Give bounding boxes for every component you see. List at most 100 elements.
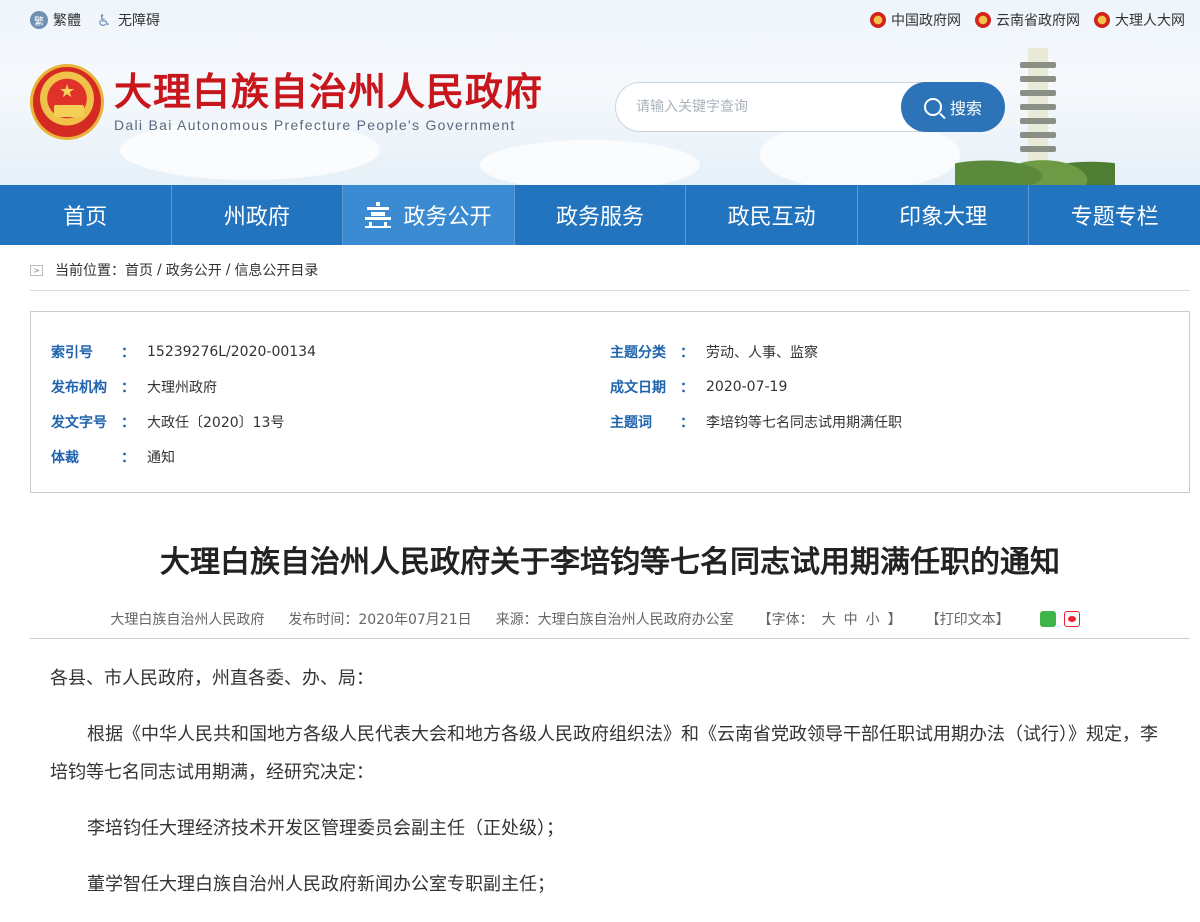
nav-item-label: 州政府 [223,205,290,230]
meta-colon: ： [121,450,135,466]
main-nav: 首页 州政府 政务公开 政务服务 政民互动 印象大理 专题专栏 [0,185,1200,245]
nav-item-label: 印象大理 [899,205,988,230]
meta-value: 15239276L/2020-00134 [147,344,316,360]
meta-value: 劳动、人事、监察 [706,345,818,361]
article-paragraph: 董学智任大理白族自治州人民政府新闻办公室专职副主任； [87,874,555,895]
site-name-en: Dali Bai Autonomous Prefecture People's … [114,117,516,133]
nav-item-label: 政务公开 [403,205,492,230]
breadcrumb-separator: / [157,262,162,278]
temple-icon [365,202,392,228]
search-button-label: 搜索 [949,99,982,118]
breadcrumb-info-catalog[interactable]: 信息公开目录 [234,260,318,280]
location-arrow-icon: > [30,264,43,276]
nav-item-label: 首页 [63,205,108,230]
meta-key: 主题分类 [610,345,666,361]
site-header: 繁 繁體 ♿ 无障碍 中国政府网 云南省政府网 大理人大网 ★ 大理白族自治州人… [0,0,1200,185]
breadcrumb-government-affairs[interactable]: 政务公开 [166,260,222,280]
meta-key: 索引号 [51,345,93,361]
search-icon [923,98,942,116]
meta-value: 李培钧等七名同志试用期满任职 [706,415,902,431]
header-cloud-decoration [480,140,700,185]
national-emblem-logo: ★ [30,64,104,140]
link-china-gov-label: 中国政府网 [891,13,961,29]
meta-key: 主题词 [610,415,652,431]
top-bar: 繁 繁體 ♿ 无障碍 中国政府网 云南省政府网 大理人大网 [0,0,1200,40]
meta-key: 发文字号 [51,415,107,431]
meta-colon: ： [121,345,135,361]
meta-keywords: 主题词 ： 李培钧等七名同志试用期满任职 [610,412,902,432]
traditional-chinese-icon: 繁 [30,11,48,29]
print-button[interactable]: 【打印文本】 [926,609,1010,629]
meta-colon: ： [680,345,694,361]
article-source: 来源：大理白族自治州人民政府办公室 [495,611,734,628]
article-paragraph: 各县、市人民政府，州直各委、办、局： [50,668,374,689]
breadcrumb: > 当前位置： 首页 / 政务公开 / 信息公开目录 [30,250,1190,291]
site-name-cn: 大理白族自治州人民政府 [114,70,544,114]
meta-doc-no: 发文字号 ： 大政任〔2020〕13号 [51,412,284,432]
meta-publisher: 发布机构 ： 大理州政府 [51,377,217,397]
meta-value: 大政任〔2020〕13号 [147,415,285,431]
meta-topic: 主题分类 ： 劳动、人事、监察 [610,342,818,362]
meta-colon: ： [680,380,694,396]
traditional-chinese-label: 繁體 [53,13,81,29]
search-box: 搜索 [615,82,1005,132]
link-dali-npc[interactable]: 大理人大网 [1094,10,1185,30]
meta-colon: ： [121,415,135,431]
font-size-large-button[interactable]: 大 [822,609,836,629]
font-size-label-close: 】 [887,611,902,628]
weibo-icon[interactable] [1063,610,1080,627]
breadcrumb-label: 当前位置： [55,263,125,279]
national-emblem-icon [1094,12,1110,28]
breadcrumb-home[interactable]: 首页 [125,260,153,280]
accessibility-label: 无障碍 [118,13,160,29]
nav-item-government-affairs[interactable]: 政务公开 [343,185,515,245]
search-button[interactable]: 搜索 [901,82,1005,132]
nav-item-label: 专题专栏 [1070,205,1159,230]
article-meta-bar: 大理白族自治州人民政府 发布时间：2020年07月21日 来源：大理白族自治州人… [30,599,1190,639]
meta-index-no: 索引号 ： 15239276L/2020-00134 [51,342,316,362]
meta-key: 体裁 [51,450,79,466]
nav-item-interaction[interactable]: 政民互动 [686,185,858,245]
site-logo[interactable]: ★ 大理白族自治州人民政府 Dali Bai Autonomous Prefec… [30,64,543,140]
article-publish-time: 发布时间：2020年07月21日 [288,611,472,628]
breadcrumb-separator: / [225,262,231,278]
star-icon: ★ [59,81,76,102]
nav-item-services[interactable]: 政务服务 [515,185,687,245]
meta-key: 成文日期 [610,380,666,396]
nav-item-special-topics[interactable]: 专题专栏 [1029,185,1200,245]
wheelchair-icon: ♿ [96,10,112,30]
meta-value: 大理州政府 [147,380,217,396]
font-size-small-button[interactable]: 小 [866,609,880,629]
share-buttons [1039,610,1080,627]
traditional-chinese-link[interactable]: 繁 繁體 [30,10,81,30]
nav-item-prefecture-government[interactable]: 州政府 [172,185,344,245]
link-china-gov[interactable]: 中国政府网 [870,10,961,30]
meta-colon: ： [121,380,135,396]
link-yunnan-gov-label: 云南省政府网 [996,13,1080,29]
meta-date: 成文日期 ： 2020-07-19 [610,377,787,397]
font-size-label: 【字体： [757,611,814,628]
font-size-medium-button[interactable]: 中 [844,609,858,629]
national-emblem-icon [975,12,991,28]
meta-key: 发布机构 [51,380,107,396]
accessibility-link[interactable]: ♿ 无障碍 [95,10,160,30]
wechat-icon[interactable] [1039,610,1056,627]
link-dali-npc-label: 大理人大网 [1115,13,1185,29]
meta-colon: ： [680,415,694,431]
article-author: 大理白族自治州人民政府 [110,611,265,628]
nav-item-home[interactable]: 首页 [0,185,172,245]
nav-item-impression-dali[interactable]: 印象大理 [858,185,1030,245]
meta-genre: 体裁 ： 通知 [51,447,175,467]
national-emblem-icon [870,12,886,28]
article-paragraph: 李培钧任大理经济技术开发区管理委员会副主任（正处级）； [87,818,564,839]
meta-value: 通知 [147,450,175,466]
article-paragraph: 根据《中华人民共和国地方各级人民代表大会和地方各级人民政府组织法》和《云南省党政… [50,724,1158,783]
nav-item-label: 政民互动 [727,205,816,230]
article-title: 大理白族自治州人民政府关于李培钧等七名同志试用期满任职的通知 [160,545,1060,580]
link-yunnan-gov[interactable]: 云南省政府网 [975,10,1080,30]
article-body: 各县、市人民政府，州直各委、办、局： 根据《中华人民共和国地方各级人民代表大会和… [50,660,1160,922]
document-metadata-panel: 索引号 ： 15239276L/2020-00134 发布机构 ： 大理州政府 … [30,311,1190,493]
font-size-switcher: 【字体： 大 中 小 】 [758,609,902,629]
meta-value: 2020-07-19 [706,379,788,395]
trees-decoration [955,140,1115,185]
